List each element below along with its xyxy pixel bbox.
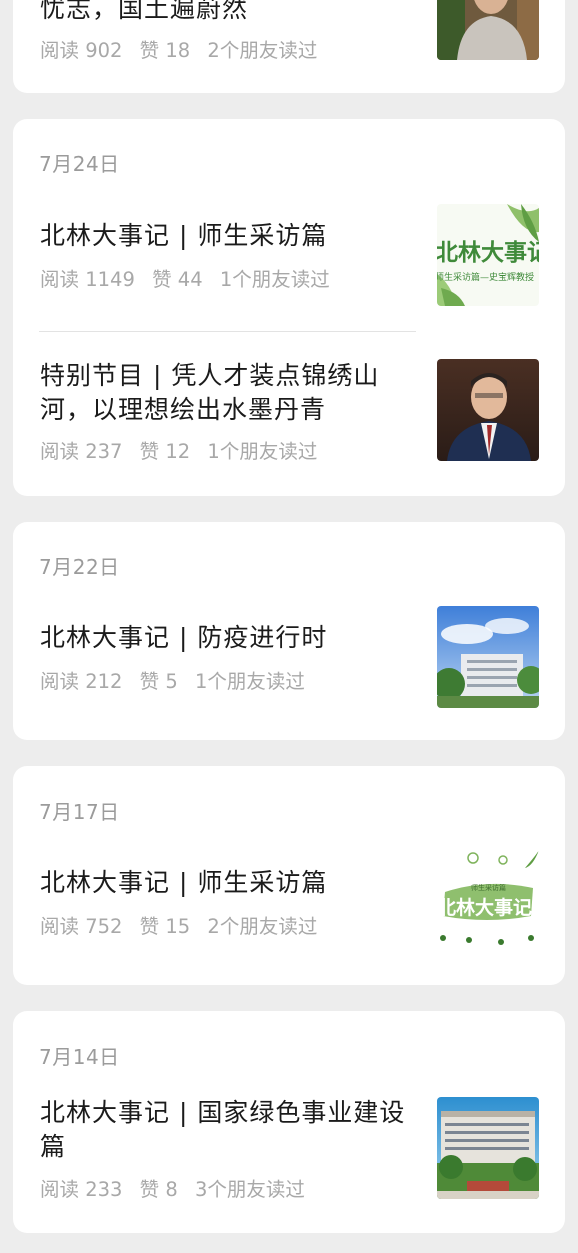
like-count: 赞 8 bbox=[139, 1178, 178, 1201]
article-title: 北林大事记 | 师生采访篇 bbox=[40, 868, 328, 897]
article-card: 7月24日 北林大事记 | 师生采访篇 阅读 1149 赞 44 1个朋友读过 … bbox=[13, 119, 565, 496]
divider bbox=[39, 331, 416, 332]
article-meta: 阅读 752 赞 15 2个朋友读过 bbox=[40, 910, 328, 939]
article-meta: 阅读 212 赞 5 1个朋友读过 bbox=[40, 665, 316, 694]
article-meta: 阅读 902 赞 18 2个朋友读过 bbox=[40, 34, 328, 63]
thumb-title-text: 北林大事记 bbox=[437, 896, 532, 919]
article-title: 北林大事记 | 师生采访篇 bbox=[40, 221, 328, 250]
article-item[interactable]: 北林大事记 | 师生采访篇 阅读 752 赞 15 2个朋友读过 师生采访篇 北… bbox=[13, 848, 565, 978]
article-card: 7月22日 北林大事记 | 防疫进行时 阅读 212 赞 5 1个朋友读过 bbox=[13, 522, 565, 740]
campus-building-thumbnail bbox=[437, 606, 539, 708]
read-count: 阅读 1149 bbox=[40, 268, 135, 291]
publish-date: 7月22日 bbox=[39, 555, 120, 579]
person-portrait-thumbnail bbox=[437, 0, 539, 60]
like-count: 赞 18 bbox=[139, 39, 191, 62]
article-item[interactable]: 特别节目 | 凭人才装点锦绣山河，以理想绘出水墨丹青 阅读 237 赞 12 1… bbox=[13, 334, 565, 494]
read-count: 阅读 902 bbox=[40, 39, 123, 62]
thumb-subtitle-text: 师生采访篇—史宝辉教授 bbox=[437, 271, 534, 283]
article-item[interactable]: 北林大事记 | 师生采访篇 阅读 1149 赞 44 1个朋友读过 北林大事记 … bbox=[13, 199, 565, 329]
article-meta: 阅读 1149 赞 44 1个朋友读过 bbox=[40, 263, 341, 292]
friends-read: 1个朋友读过 bbox=[219, 268, 330, 291]
publish-date: 7月24日 bbox=[39, 152, 120, 176]
like-count: 赞 5 bbox=[139, 670, 178, 693]
like-count: 赞 12 bbox=[139, 440, 191, 463]
article-card: 7月17日 北林大事记 | 师生采访篇 阅读 752 赞 15 2个朋友读过 师… bbox=[13, 766, 565, 985]
article-title: 忧志，国土遍蔚然 bbox=[40, 0, 249, 23]
article-item[interactable]: 忧志，国土遍蔚然 阅读 902 赞 18 2个朋友读过 bbox=[13, 0, 565, 93]
event-banner-thumbnail: 师生采访篇 北林大事记 bbox=[437, 850, 539, 952]
friends-read: 3个朋友读过 bbox=[195, 1178, 305, 1201]
friends-read: 2个朋友读过 bbox=[207, 39, 318, 62]
article-title: 北林大事记 | 防疫进行时 bbox=[40, 623, 328, 652]
article-meta: 阅读 237 赞 12 1个朋友读过 bbox=[40, 435, 328, 464]
article-card: 忧志，国土遍蔚然 阅读 902 赞 18 2个朋友读过 bbox=[13, 0, 565, 93]
friends-read: 2个朋友读过 bbox=[207, 915, 318, 938]
publish-date: 7月14日 bbox=[39, 1045, 120, 1069]
friends-read: 1个朋友读过 bbox=[207, 440, 318, 463]
article-card: 7月14日 北林大事记 | 国家绿色事业建设篇 阅读 233 赞 8 3个朋友读… bbox=[13, 1011, 565, 1233]
like-count: 赞 44 bbox=[152, 268, 203, 291]
read-count: 阅读 212 bbox=[40, 670, 123, 693]
read-count: 阅读 237 bbox=[40, 440, 123, 463]
article-title: 特别节目 | 凭人才装点锦绣山河，以理想绘出水墨丹青 bbox=[40, 361, 380, 424]
person-portrait-thumbnail bbox=[437, 359, 539, 461]
article-title: 北林大事记 | 国家绿色事业建设篇 bbox=[40, 1098, 406, 1161]
read-count: 阅读 233 bbox=[40, 1178, 123, 1201]
thumb-subtitle-text: 师生采访篇 bbox=[471, 883, 506, 892]
article-item[interactable]: 北林大事记 | 国家绿色事业建设篇 阅读 233 赞 8 3个朋友读过 bbox=[13, 1093, 565, 1229]
thumb-title-text: 北林大事记 bbox=[437, 239, 539, 266]
friends-read: 1个朋友读过 bbox=[195, 670, 305, 693]
read-count: 阅读 752 bbox=[40, 915, 123, 938]
university-building-thumbnail bbox=[437, 1097, 539, 1199]
like-count: 赞 15 bbox=[139, 915, 191, 938]
publish-date: 7月17日 bbox=[39, 800, 120, 824]
article-item[interactable]: 北林大事记 | 防疫进行时 阅读 212 赞 5 1个朋友读过 bbox=[13, 604, 565, 734]
event-banner-thumbnail: 北林大事记 师生采访篇—史宝辉教授 bbox=[437, 204, 539, 306]
article-meta: 阅读 233 赞 8 3个朋友读过 bbox=[40, 1173, 316, 1202]
